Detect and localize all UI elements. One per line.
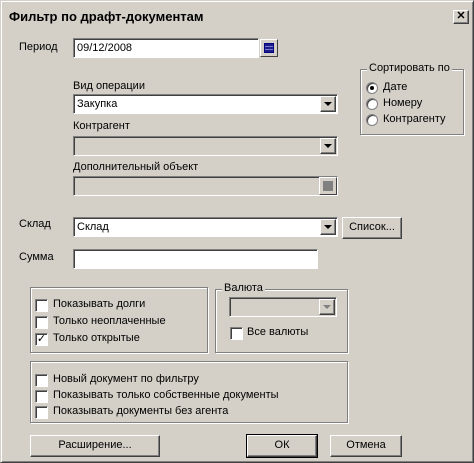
own-docs-only-label[interactable]: Показывать только собственные документы [53, 389, 279, 401]
sort-by-number-label[interactable]: Номеру [383, 97, 422, 109]
show-debts-label[interactable]: Показывать долги [53, 298, 145, 310]
check-icon: ✓ [36, 333, 47, 345]
sort-group-title: Сортировать по [367, 62, 452, 74]
sum-field[interactable] [73, 249, 318, 269]
dialog-title: Фильтр по драфт-документам [9, 9, 204, 24]
show-debts-checkbox[interactable] [35, 299, 48, 312]
operation-value: Закупка [77, 98, 118, 110]
only-open-checkbox[interactable]: ✓ [35, 333, 48, 346]
new-doc-by-filter-checkbox[interactable] [35, 374, 48, 387]
all-currencies-label[interactable]: Все валюты [247, 326, 308, 338]
warehouse-select[interactable]: Склад [73, 217, 338, 237]
only-open-label[interactable]: Только открытые [53, 332, 140, 344]
filter-dialog: Фильтр по драфт-документам ✕ Период 09/1… [0, 0, 474, 463]
counterparty-label: Контрагент [73, 120, 130, 132]
cancel-button[interactable]: Отмена [330, 435, 402, 457]
currency-select[interactable] [229, 297, 337, 317]
only-unpaid-label[interactable]: Только неоплаченные [53, 315, 166, 327]
chevron-down-icon[interactable] [319, 299, 335, 315]
warehouse-label: Склад [19, 218, 51, 230]
sort-by-date-label[interactable]: Дате [383, 81, 407, 93]
docs-without-agent-label[interactable]: Показывать документы без агента [53, 405, 228, 417]
title-bar: Фильтр по драфт-документам ✕ [4, 4, 470, 28]
period-label: Период [19, 41, 58, 53]
square-icon [323, 181, 333, 191]
calendar-button[interactable] [260, 39, 278, 57]
extend-button[interactable]: Расширение... [30, 435, 160, 457]
chevron-down-icon[interactable] [320, 138, 336, 154]
period-date-field[interactable]: 09/12/2008 [73, 38, 259, 58]
ok-button[interactable]: ОК [246, 434, 318, 458]
currency-group-title: Валюта [222, 282, 265, 294]
operation-select[interactable]: Закупка [73, 94, 338, 114]
close-button[interactable]: ✕ [453, 10, 469, 24]
sum-label: Сумма [19, 251, 54, 263]
sort-by-number-radio[interactable] [366, 98, 378, 110]
own-docs-only-checkbox[interactable] [35, 390, 48, 403]
new-doc-by-filter-label[interactable]: Новый документ по фильтру [53, 373, 199, 385]
warehouse-list-button[interactable]: Список... [342, 217, 402, 239]
calendar-icon [264, 43, 274, 53]
only-unpaid-checkbox[interactable] [35, 316, 48, 329]
chevron-down-icon[interactable] [320, 219, 336, 235]
extra-object-label: Дополнительный объект [73, 161, 199, 173]
operation-label: Вид операции [73, 80, 145, 92]
counterparty-select[interactable] [73, 136, 338, 156]
warehouse-value: Склад [77, 221, 109, 233]
sort-by-counterparty-label[interactable]: Контрагенту [383, 113, 446, 125]
extra-object-field[interactable] [73, 176, 338, 196]
all-currencies-checkbox[interactable] [230, 327, 243, 340]
chevron-down-icon[interactable] [320, 96, 336, 112]
sort-by-counterparty-radio[interactable] [366, 114, 378, 126]
docs-without-agent-checkbox[interactable] [35, 406, 48, 419]
sort-by-date-radio[interactable] [366, 82, 378, 94]
extra-object-select-button[interactable] [319, 177, 337, 195]
